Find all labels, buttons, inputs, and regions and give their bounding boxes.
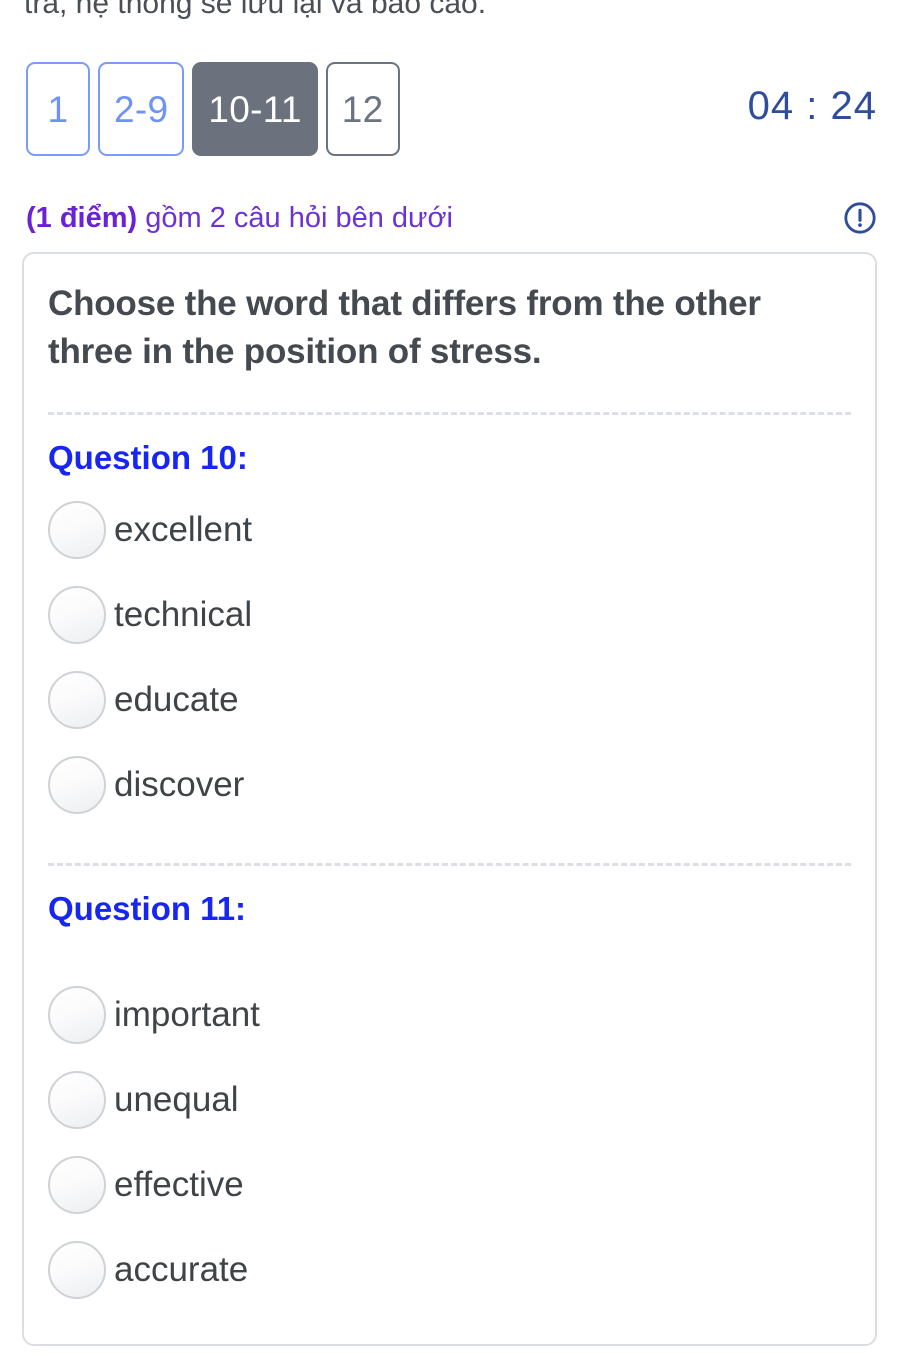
option-label[interactable]: technical (114, 593, 252, 637)
question-range-tabbar: 1 2-9 10-11 12 04 : 24 (0, 62, 899, 164)
question-11-heading: Question 11: (48, 890, 247, 927)
option-label[interactable]: accurate (114, 1248, 248, 1292)
exclamation-circle-icon[interactable] (843, 201, 877, 235)
tab-range-10-11[interactable]: 10-11 (192, 62, 318, 156)
option-label[interactable]: educate (114, 678, 239, 722)
section-divider (48, 863, 851, 866)
question-11-options: important unequal effective accurate (48, 972, 851, 1312)
option-label[interactable]: unequal (114, 1078, 239, 1122)
radio-button-icon[interactable] (48, 500, 106, 559)
question-10-heading: Question 10: (48, 439, 248, 476)
radio-button-icon[interactable] (48, 755, 106, 814)
question-10-options: excellent technical educate discover (48, 487, 851, 827)
question-meta-text: (1 điểm) gồm 2 câu hỏi bên dưới (26, 199, 453, 237)
points-badge: (1 điểm) (26, 202, 138, 234)
section-divider (48, 412, 851, 415)
option-label[interactable]: discover (114, 763, 244, 807)
option-row[interactable]: unequal (48, 1057, 851, 1142)
option-label[interactable]: important (114, 993, 260, 1037)
question-card: Choose the word that differs from the ot… (22, 252, 877, 1346)
option-label[interactable]: effective (114, 1163, 244, 1207)
top-instruction-text: tra, hệ thống sẽ lưu lại và báo cáo. (24, 0, 487, 20)
option-row[interactable]: excellent (48, 487, 851, 572)
radio-button-icon[interactable] (48, 670, 106, 729)
radio-button-icon[interactable] (48, 1240, 106, 1299)
radio-button-icon[interactable] (48, 1070, 106, 1129)
option-row[interactable]: important (48, 972, 851, 1057)
passage-instruction: Choose the word that differs from the ot… (48, 284, 761, 371)
option-row[interactable]: accurate (48, 1227, 851, 1312)
question-count-label: gồm 2 câu hỏi bên dưới (145, 202, 453, 234)
tab-list: 1 2-9 10-11 12 (26, 62, 400, 156)
question-meta-row: (1 điểm) gồm 2 câu hỏi bên dưới (0, 199, 899, 243)
option-row[interactable]: educate (48, 657, 851, 742)
tab-range-2-9[interactable]: 2-9 (98, 62, 185, 156)
tab-range-1[interactable]: 1 (26, 62, 90, 156)
option-row[interactable]: effective (48, 1142, 851, 1227)
option-label[interactable]: excellent (114, 508, 252, 552)
countdown-timer: 04 : 24 (747, 84, 877, 128)
radio-button-icon[interactable] (48, 585, 106, 644)
radio-button-icon[interactable] (48, 985, 106, 1044)
tab-range-12[interactable]: 12 (325, 62, 400, 156)
option-row[interactable]: discover (48, 742, 851, 827)
option-row[interactable]: technical (48, 572, 851, 657)
radio-button-icon[interactable] (48, 1155, 106, 1214)
